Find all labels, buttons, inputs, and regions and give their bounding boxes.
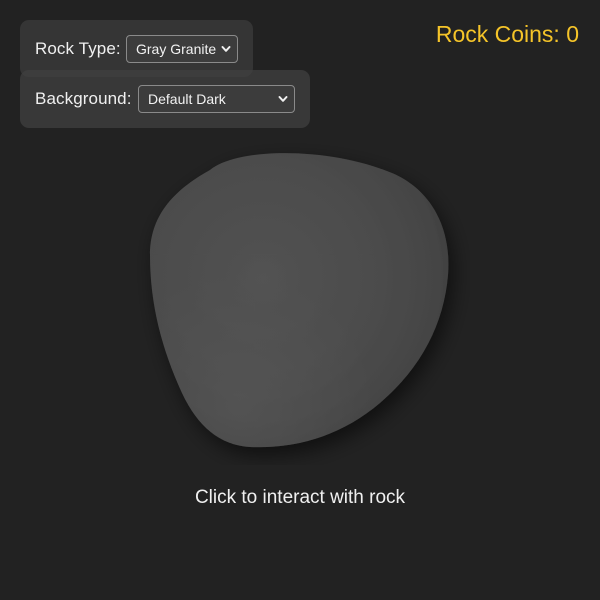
chevron-down-icon — [221, 46, 231, 52]
rock-coins-counter: Rock Coins: 0 — [435, 21, 579, 47]
rock-stage: Rock Type: Gray Granite Background: Defa… — [0, 0, 600, 600]
background-select[interactable]: Default Dark — [138, 85, 295, 113]
rock-type-select[interactable]: Gray Granite — [126, 35, 238, 63]
background-control: Background: Default Dark — [20, 70, 310, 128]
rock[interactable] — [130, 135, 470, 465]
background-label: Background: — [35, 89, 132, 108]
chevron-down-icon — [278, 96, 288, 102]
rock-type-control: Rock Type: Gray Granite — [20, 20, 253, 77]
interaction-hint: Click to interact with rock — [194, 487, 406, 508]
background-selected-value: Default Dark — [148, 91, 226, 107]
rock-type-label: Rock Type: — [35, 38, 121, 58]
rock-highlight — [150, 153, 449, 448]
rock-type-selected-value: Gray Granite — [136, 41, 217, 57]
